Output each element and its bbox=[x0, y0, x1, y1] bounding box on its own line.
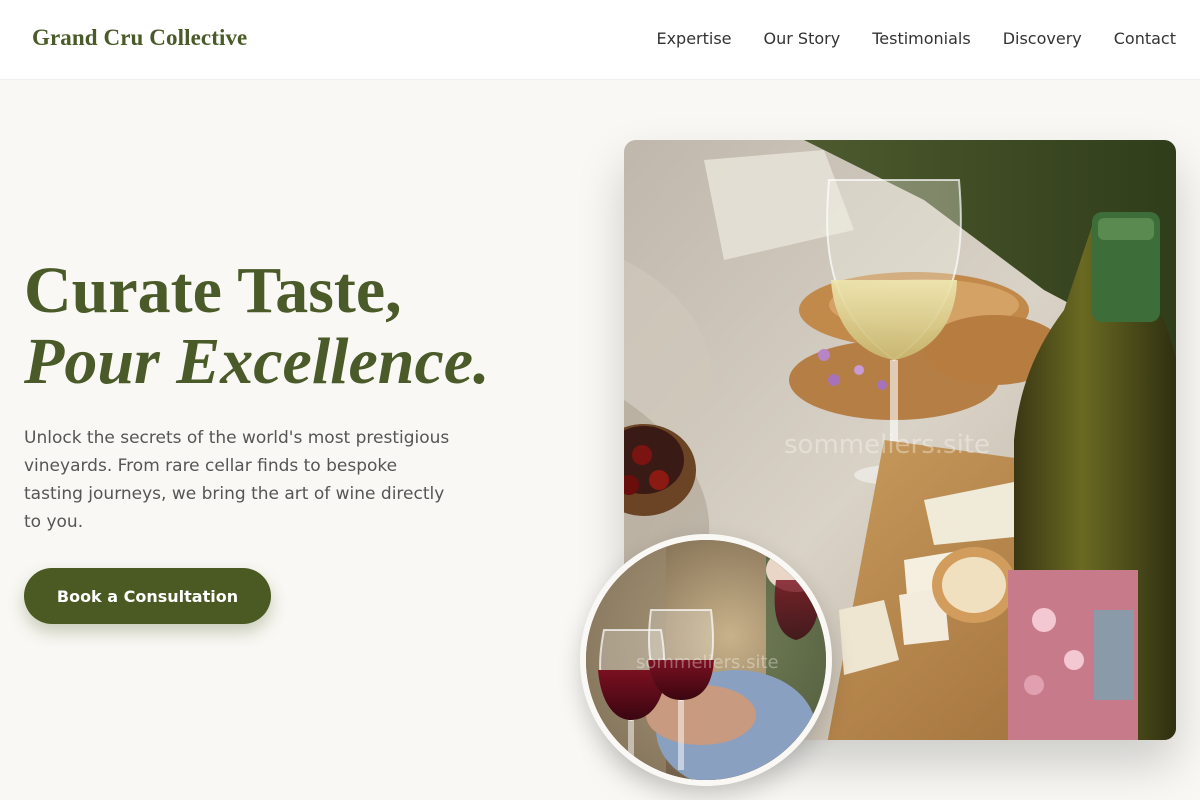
main-nav: Expertise Our Story Testimonials Discove… bbox=[656, 29, 1176, 48]
toast-photo: sommeliers.site bbox=[580, 534, 832, 786]
site-header: Grand Cru Collective Expertise Our Story… bbox=[0, 0, 1200, 79]
brand-logo[interactable]: Grand Cru Collective bbox=[32, 25, 247, 51]
nav-item-testimonials[interactable]: Testimonials bbox=[872, 29, 971, 48]
nav-item-discovery[interactable]: Discovery bbox=[1003, 29, 1082, 48]
main-photo-watermark: sommeliers.site bbox=[784, 430, 991, 460]
hero-title: Curate Taste, Pour Excellence. bbox=[24, 255, 490, 397]
hero-title-line1: Curate Taste, bbox=[24, 254, 402, 327]
nav-item-expertise[interactable]: Expertise bbox=[656, 29, 731, 48]
circle-photo-watermark: sommeliers.site bbox=[636, 652, 779, 673]
nav-item-our-story[interactable]: Our Story bbox=[764, 29, 841, 48]
hero-title-line2: Pour Excellence. bbox=[24, 325, 490, 398]
hero-description: Unlock the secrets of the world's most p… bbox=[24, 428, 450, 532]
nav-item-contact[interactable]: Contact bbox=[1114, 29, 1176, 48]
book-consultation-button[interactable]: Book a Consultation bbox=[24, 568, 271, 624]
